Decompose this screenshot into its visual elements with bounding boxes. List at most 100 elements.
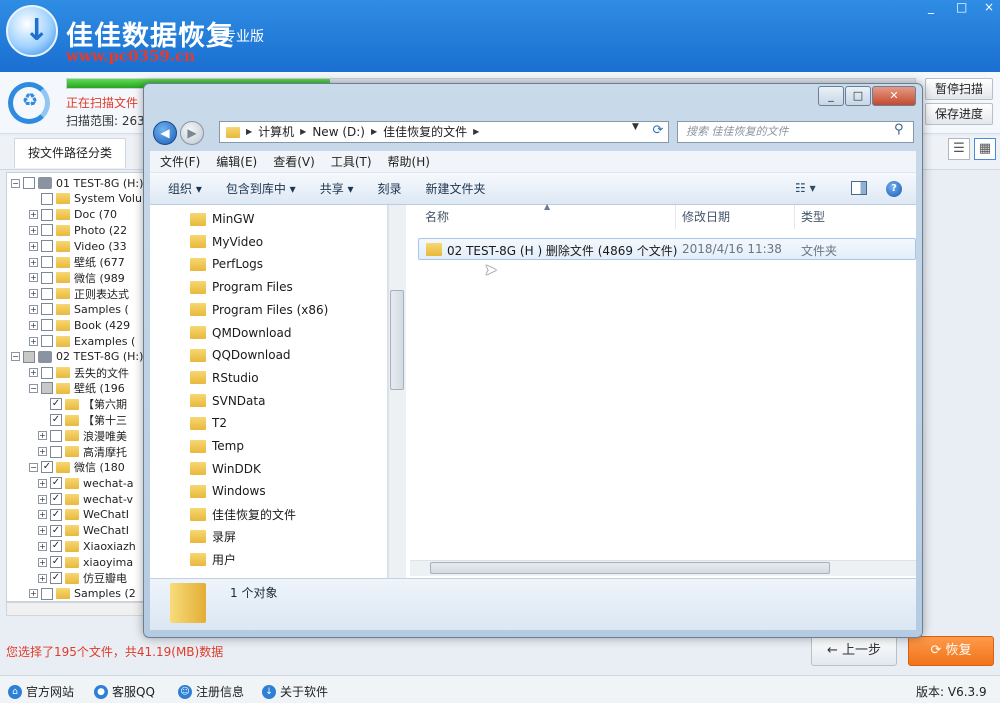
forward-arrow-icon[interactable]: ▶: [180, 121, 204, 145]
tree-checkbox[interactable]: [41, 335, 53, 347]
tree-item[interactable]: + Doc (70: [29, 207, 117, 223]
tree-checkbox[interactable]: [23, 177, 35, 189]
minimize-button[interactable]: _: [928, 0, 934, 14]
tree-checkbox[interactable]: [41, 256, 53, 268]
column-header-type[interactable]: 类型: [801, 208, 825, 225]
tree-item[interactable]: + ✓ wechat-v: [38, 491, 133, 507]
explorer-maximize-button[interactable]: □: [845, 86, 871, 106]
grid-view-icon[interactable]: ▦: [974, 138, 996, 160]
address-dropdown-icon[interactable]: ▼: [632, 122, 639, 132]
expand-icon[interactable]: +: [29, 320, 38, 330]
help-icon[interactable]: ?: [886, 181, 902, 197]
expand-icon[interactable]: +: [38, 541, 47, 551]
collapse-icon[interactable]: −: [29, 383, 38, 393]
tree-checkbox[interactable]: [41, 587, 53, 600]
nav-item[interactable]: SVNData: [190, 391, 265, 411]
tree-item[interactable]: ✓ 【第十三: [38, 412, 127, 428]
include-in-library-button[interactable]: 包含到库中 ▾: [226, 180, 296, 197]
tree-checkbox[interactable]: [41, 192, 53, 205]
nav-item[interactable]: 佳佳恢复的文件: [190, 504, 296, 524]
nav-item[interactable]: T2: [190, 413, 227, 433]
nav-item[interactable]: QMDownload: [190, 323, 291, 343]
tree-checkbox[interactable]: [23, 350, 35, 363]
tree-item[interactable]: − 01 TEST-8G (H:): [11, 175, 143, 191]
tree-horizontal-scrollbar[interactable]: [6, 602, 146, 616]
expand-icon[interactable]: +: [38, 557, 47, 567]
expand-icon[interactable]: +: [38, 447, 47, 457]
back-arrow-icon[interactable]: ◀: [153, 121, 177, 145]
footer-link-website[interactable]: ⌂ 官方网站: [8, 683, 74, 700]
burn-button[interactable]: 刻录: [378, 180, 402, 197]
expand-icon[interactable]: +: [29, 304, 38, 314]
collapse-icon[interactable]: −: [11, 352, 20, 362]
organize-button[interactable]: 组织 ▾: [168, 180, 202, 197]
tree-checkbox[interactable]: [41, 208, 53, 221]
column-divider[interactable]: [675, 205, 676, 229]
tree-item[interactable]: + ✓ wechat-a: [38, 475, 134, 491]
expand-icon[interactable]: +: [29, 241, 38, 251]
menu-file[interactable]: 文件(F): [160, 153, 200, 170]
tree-checkbox[interactable]: ✓: [50, 572, 62, 584]
preview-pane-icon[interactable]: [851, 181, 867, 195]
expand-icon[interactable]: +: [38, 526, 47, 536]
expand-icon[interactable]: +: [38, 494, 47, 504]
tree-item[interactable]: − 02 TEST-8G (H:): [11, 349, 143, 365]
nav-item[interactable]: 用户: [190, 550, 236, 570]
nav-item[interactable]: MyVideo: [190, 232, 263, 252]
expand-icon[interactable]: +: [38, 510, 47, 520]
nav-item[interactable]: MinGW: [190, 209, 254, 229]
tree-checkbox[interactable]: ✓: [50, 508, 62, 521]
tree-item[interactable]: + 高清摩托: [38, 444, 127, 460]
maximize-button[interactable]: □: [956, 0, 967, 14]
column-header-name[interactable]: 名称: [425, 208, 449, 225]
tree-item[interactable]: + ✓ WeChatI: [38, 507, 129, 523]
tree-checkbox[interactable]: [41, 287, 53, 300]
address-bar[interactable]: ▶ 计算机 ▶ New (D:) ▶ 佳佳恢复的文件 ▶: [219, 121, 669, 143]
tree-checkbox[interactable]: [50, 429, 62, 442]
footer-link-qq[interactable]: ● 客服QQ: [94, 683, 155, 700]
collapse-icon[interactable]: −: [29, 462, 38, 472]
tree-item[interactable]: + Book (429: [29, 317, 130, 333]
previous-step-button[interactable]: ← 上一步: [811, 636, 897, 666]
tree-checkbox[interactable]: [41, 224, 53, 237]
tree-checkbox[interactable]: ✓: [50, 540, 62, 553]
tree-checkbox[interactable]: [41, 303, 53, 316]
tree-checkbox[interactable]: [41, 240, 53, 253]
breadcrumb-folder[interactable]: 佳佳恢复的文件: [383, 122, 467, 142]
expand-icon[interactable]: +: [29, 210, 38, 220]
tree-item[interactable]: + 丢失的文件: [29, 365, 129, 381]
tree-item[interactable]: + ✓ xiaoyima: [38, 554, 133, 570]
breadcrumb-computer[interactable]: 计算机: [258, 122, 294, 142]
tree-item[interactable]: + 壁纸 (677: [29, 254, 125, 270]
close-button[interactable]: ×: [984, 0, 994, 14]
expand-icon[interactable]: +: [29, 289, 38, 299]
tree-item[interactable]: + Photo (22: [29, 222, 127, 238]
explorer-minimize-button[interactable]: _: [818, 86, 844, 106]
recover-button[interactable]: ⟳ 恢复: [908, 636, 994, 666]
breadcrumb-drive[interactable]: New (D:): [312, 122, 365, 142]
expand-icon[interactable]: +: [29, 273, 38, 283]
column-divider[interactable]: [794, 205, 795, 229]
nav-item[interactable]: WinDDK: [190, 459, 261, 479]
tree-checkbox[interactable]: ✓: [50, 493, 62, 505]
nav-item[interactable]: Windows: [190, 481, 266, 501]
menu-edit[interactable]: 编辑(E): [216, 153, 257, 170]
nav-item[interactable]: Program Files: [190, 277, 293, 297]
tree-checkbox[interactable]: ✓: [41, 461, 53, 474]
tree-item[interactable]: + Examples (: [29, 333, 135, 349]
share-button[interactable]: 共享 ▾: [320, 180, 354, 197]
tree-checkbox[interactable]: [41, 271, 53, 284]
tab-path-category[interactable]: 按文件路径分类: [14, 138, 126, 168]
save-progress-button[interactable]: 保存进度: [925, 103, 993, 125]
tree-checkbox[interactable]: ✓: [50, 414, 62, 426]
explorer-close-button[interactable]: ✕: [872, 86, 916, 106]
column-header-modified[interactable]: 修改日期: [682, 208, 730, 225]
expand-icon[interactable]: +: [29, 368, 38, 378]
navigation-scroll-thumb[interactable]: [390, 290, 404, 390]
search-input[interactable]: 搜索 佳佳恢复的文件: [677, 121, 914, 143]
nav-item[interactable]: PerfLogs: [190, 254, 263, 274]
tree-item[interactable]: + ✓ 仿豆瓣电: [38, 570, 127, 586]
search-icon[interactable]: ⚲: [894, 122, 904, 137]
expand-icon[interactable]: +: [38, 431, 47, 441]
nav-item[interactable]: Program Files (x86): [190, 300, 328, 320]
